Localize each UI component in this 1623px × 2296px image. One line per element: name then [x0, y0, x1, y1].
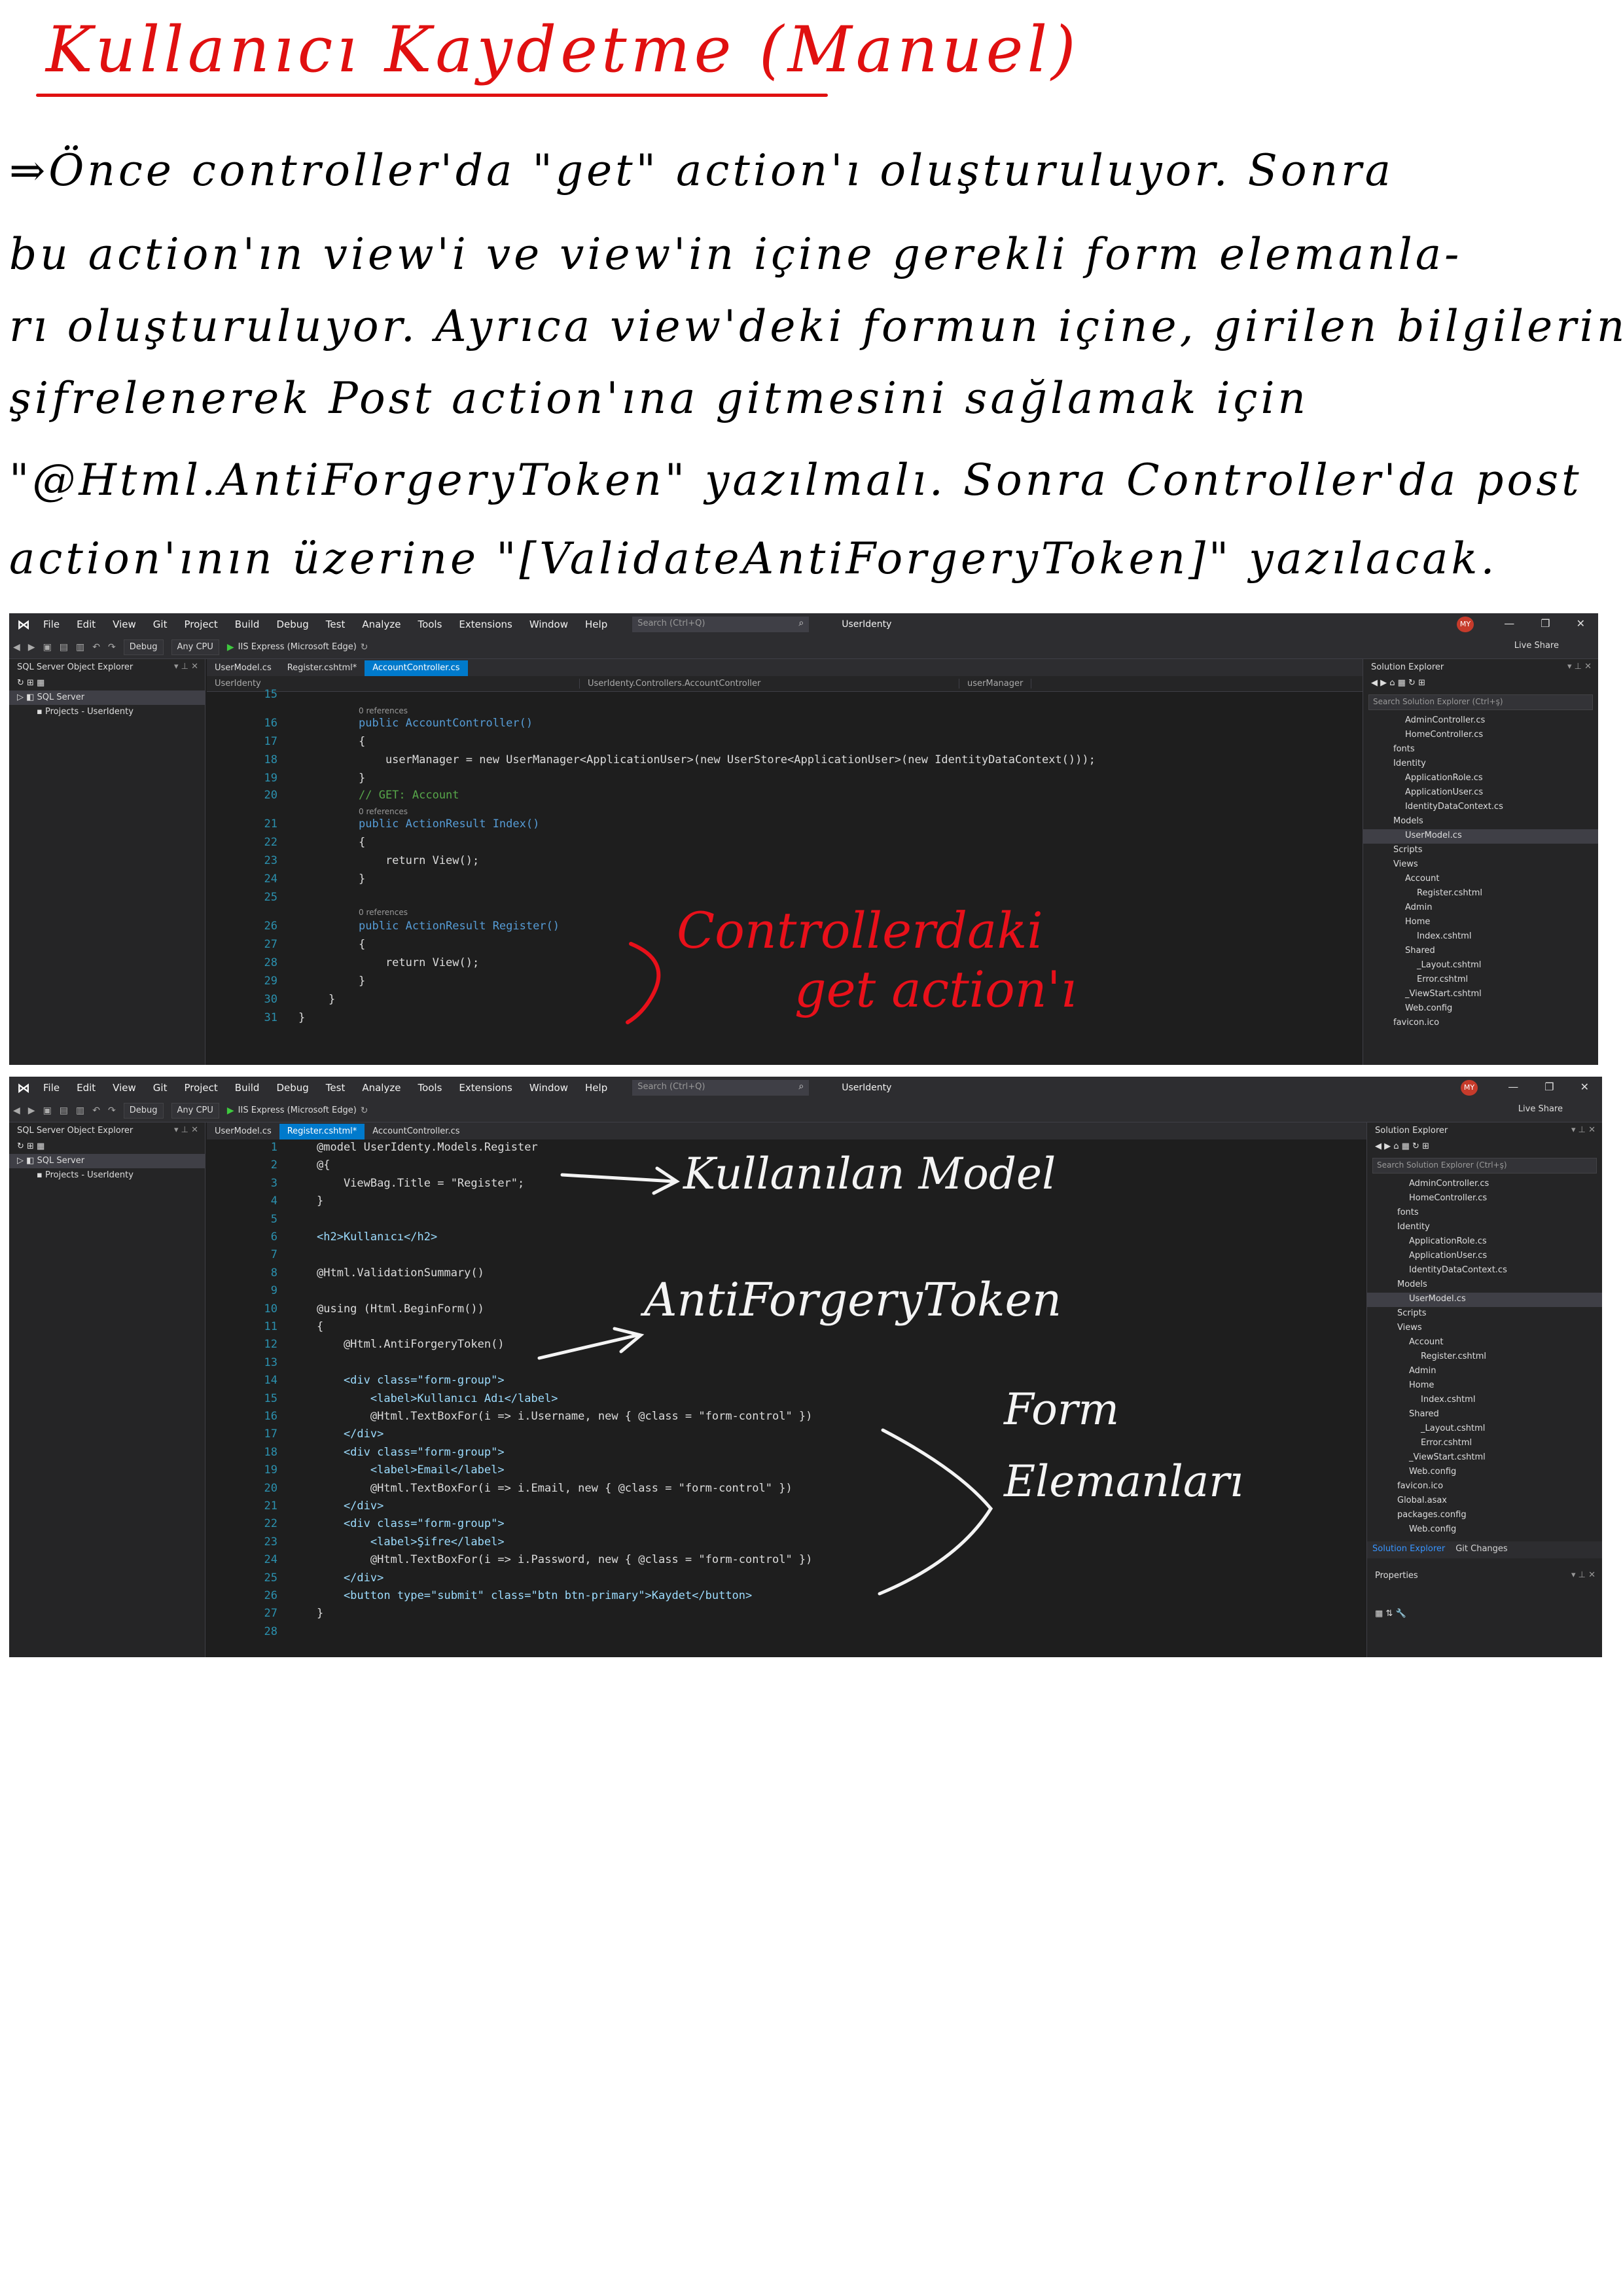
- ide-screenshot-controller: ⋈ File Edit View Git Project Build Debug…: [9, 613, 1598, 1065]
- title-underline: [36, 94, 828, 97]
- note-line-1: ⇒Önce controller'da "get" action'ı oluşt…: [9, 145, 1394, 196]
- note-title: Kullanıcı Kaydetme (Manuel): [46, 13, 1080, 86]
- annotation-controllerdaki: Controllerdaki: [677, 901, 1043, 960]
- note-line-2: bu action'ın view'i ve view'in içine ger…: [9, 229, 1463, 279]
- ide-screenshot-view: ⋈ File Edit View Git Project Build Debug…: [9, 1077, 1602, 1657]
- annotation-kullanilan-model: Kullanılan Model: [683, 1149, 1056, 1199]
- annotation-antiforgerytoken: AntiForgeryToken: [644, 1273, 1062, 1327]
- note-line-6: action'ının üzerine "[ValidateAntiForger…: [9, 533, 1498, 584]
- annotation-elemanlari: Elemanları: [1004, 1456, 1243, 1507]
- note-line-4: şifrelenerek Post action'ına gitmesini s…: [9, 373, 1310, 423]
- annotation-get-action: get action'ı: [794, 960, 1077, 1018]
- note-line-5: "@Html.AntiForgeryToken" yazılmalı. Sonr…: [9, 455, 1582, 505]
- annotation-form: Form: [1004, 1384, 1120, 1435]
- note-line-3: rı oluşturuluyor. Ayrıca view'deki formu…: [9, 301, 1623, 351]
